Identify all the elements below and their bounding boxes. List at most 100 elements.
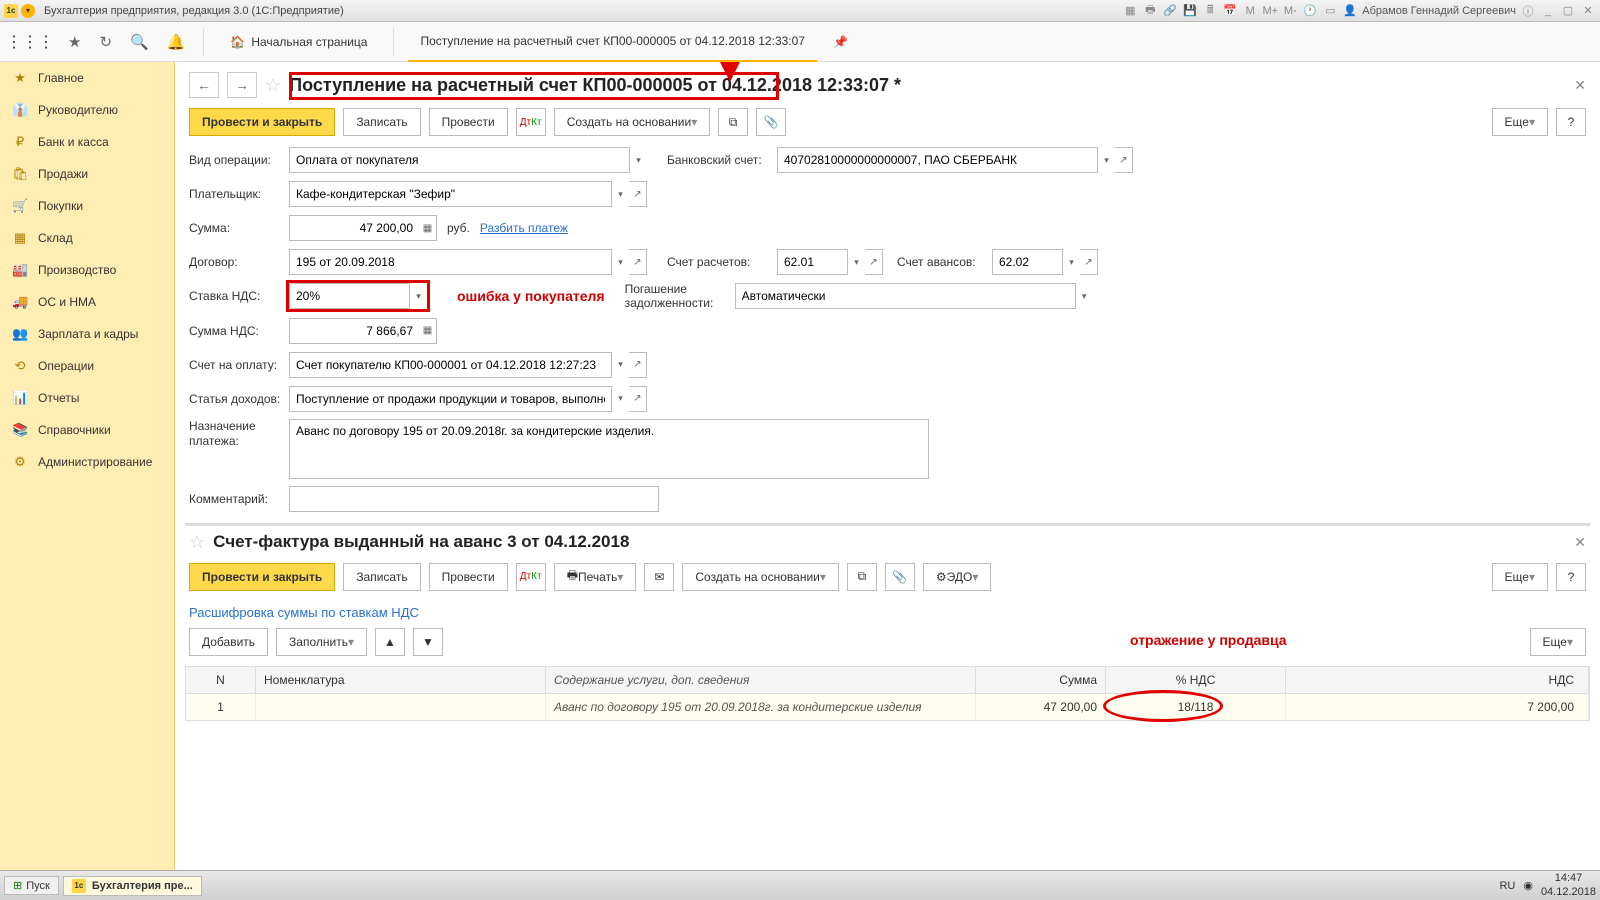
help-button[interactable]: ? (1556, 108, 1586, 136)
move-up-button[interactable]: ▲ (375, 628, 405, 656)
vat-sum-input[interactable] (289, 318, 419, 344)
invoice-input[interactable] (289, 352, 611, 378)
payer-input[interactable] (289, 181, 611, 207)
box-icon[interactable]: ▭ (1322, 3, 1338, 19)
tab-home[interactable]: 🏠 Начальная страница (218, 35, 379, 49)
post-button[interactable]: Провести (429, 108, 508, 136)
sidebar-item-purchases[interactable]: 🛒Покупки (0, 190, 174, 222)
move-down-button[interactable]: ▼ (413, 628, 443, 656)
more-button[interactable]: Еще (1492, 563, 1548, 591)
more-button-2[interactable]: Еще (1530, 628, 1586, 656)
m-plus-icon[interactable]: M+ (1262, 3, 1278, 19)
email-button[interactable]: ✉ (644, 563, 674, 591)
calc-icon[interactable]: ▦ (419, 215, 437, 241)
sidebar-item-admin[interactable]: ⚙Администрирование (0, 446, 174, 478)
sidebar-item-production[interactable]: 🏭Производство (0, 254, 174, 286)
close-icon[interactable]: ✕ (1580, 3, 1596, 19)
structure-button[interactable]: ⧉ (718, 108, 748, 136)
split-payment-link[interactable]: Разбить платеж (480, 221, 568, 235)
attach-button[interactable]: 📎 (756, 108, 786, 136)
pin-icon[interactable]: 📌 (827, 35, 854, 49)
m-minus-icon[interactable]: M- (1282, 3, 1298, 19)
favorite-icon[interactable]: ☆ (265, 75, 281, 96)
dropdown-icon[interactable]: ▾ (1097, 147, 1115, 173)
maximize-icon[interactable]: ▢ (1560, 3, 1576, 19)
search-icon[interactable]: 🔍 (126, 29, 153, 55)
sidebar-item-warehouse[interactable]: ▦Склад (0, 222, 174, 254)
star-icon[interactable]: ★ (64, 29, 85, 55)
create-based-button[interactable]: Создать на основании (682, 563, 839, 591)
open-icon[interactable]: ↗ (865, 249, 883, 275)
sidebar-item-manager[interactable]: 👔Руководителю (0, 94, 174, 126)
vat-rate-input[interactable] (289, 283, 409, 309)
open-icon[interactable]: ↗ (1080, 249, 1098, 275)
link-icon[interactable]: 🔗 (1162, 3, 1178, 19)
bell-icon[interactable]: 🔔 (163, 29, 190, 55)
table-row[interactable]: 1 Аванс по договору 195 от 20.09.2018г. … (185, 694, 1590, 721)
post-close-button[interactable]: Провести и закрыть (189, 563, 335, 591)
history-icon[interactable]: ↻ (95, 29, 116, 55)
contract-input[interactable] (289, 249, 611, 275)
calc-icon[interactable]: 🖩 (1202, 3, 1218, 19)
dropdown-icon[interactable]: ▾ (1075, 283, 1093, 309)
post-close-button[interactable]: Провести и закрыть (189, 108, 335, 136)
settle-acc-input[interactable] (777, 249, 847, 275)
clock-icon[interactable]: 🕐 (1302, 3, 1318, 19)
op-type-input[interactable] (289, 147, 629, 173)
dropdown-icon[interactable]: ▾ (611, 181, 629, 207)
save-icon[interactable]: 💾 (1182, 3, 1198, 19)
close-panel-icon[interactable]: ✕ (1574, 534, 1586, 551)
dtkt-button[interactable]: ДтКт (516, 563, 546, 591)
create-based-button[interactable]: Создать на основании (554, 108, 711, 136)
add-button[interactable]: Добавить (189, 628, 268, 656)
lang-indicator[interactable]: RU (1499, 880, 1515, 892)
attach-button[interactable]: 📎 (885, 563, 915, 591)
nav-forward-button[interactable]: → (227, 72, 257, 98)
nav-back-button[interactable]: ← (189, 72, 219, 98)
sidebar-item-main[interactable]: ★Главное (0, 62, 174, 94)
open-icon[interactable]: ↗ (629, 386, 647, 412)
open-icon[interactable]: ↗ (629, 352, 647, 378)
print-button[interactable]: 🖶 Печать (554, 563, 637, 591)
start-button[interactable]: ⊞ Пуск (4, 876, 59, 895)
dropdown-icon[interactable]: ▾ (847, 249, 865, 275)
edo-button[interactable]: ⚙ ЭДО (923, 563, 991, 591)
comment-input[interactable] (289, 486, 659, 512)
info-icon[interactable]: ⓘ (1520, 3, 1536, 19)
save-button[interactable]: Записать (343, 563, 420, 591)
vat-breakdown-link[interactable]: Расшифровка суммы по ставкам НДС (189, 605, 1590, 620)
debt-input[interactable] (735, 283, 1075, 309)
sidebar-item-reports[interactable]: 📊Отчеты (0, 382, 174, 414)
sidebar-item-sales[interactable]: 🛍Продажи (0, 158, 174, 190)
bank-acc-input[interactable] (777, 147, 1097, 173)
open-icon[interactable]: ↗ (629, 181, 647, 207)
taskbar-app-button[interactable]: 1c Бухгалтерия пре... (63, 876, 202, 896)
save-button[interactable]: Записать (343, 108, 420, 136)
calc-icon[interactable]: ▦ (419, 318, 437, 344)
sidebar-item-bank[interactable]: ₽Банк и касса (0, 126, 174, 158)
favorite-icon[interactable]: ☆ (189, 532, 205, 553)
print-icon[interactable]: 🖶 (1142, 3, 1158, 19)
dropdown-icon[interactable]: ▾ (611, 386, 629, 412)
dropdown-icon[interactable]: ▾ (629, 147, 647, 173)
structure-button[interactable]: ⧉ (847, 563, 877, 591)
toolbar-icon[interactable]: ▦ (1122, 3, 1138, 19)
open-icon[interactable]: ↗ (629, 249, 647, 275)
apps-icon[interactable]: ⋮⋮⋮ (6, 32, 54, 52)
dropdown-icon[interactable]: ▾ (611, 249, 629, 275)
sum-input[interactable] (289, 215, 419, 241)
app-menu-icon[interactable]: ▾ (21, 4, 35, 18)
fill-button[interactable]: Заполнить (276, 628, 367, 656)
more-button[interactable]: Еще (1492, 108, 1548, 136)
close-panel-icon[interactable]: ✕ (1574, 77, 1586, 94)
calendar-icon[interactable]: 📅 (1222, 3, 1238, 19)
purpose-textarea[interactable]: Аванс по договору 195 от 20.09.2018г. за… (289, 419, 929, 479)
tray-icon[interactable]: ◉ (1523, 879, 1533, 892)
open-icon[interactable]: ↗ (1115, 147, 1133, 173)
sidebar-item-refs[interactable]: 📚Справочники (0, 414, 174, 446)
sidebar-item-assets[interactable]: 🚚ОС и НМА (0, 286, 174, 318)
system-clock[interactable]: 14:47 04.12.2018 (1541, 872, 1596, 898)
advance-acc-input[interactable] (992, 249, 1062, 275)
dtkt-button[interactable]: ДтКт (516, 108, 546, 136)
tab-document[interactable]: Поступление на расчетный счет КП00-00000… (408, 22, 817, 62)
